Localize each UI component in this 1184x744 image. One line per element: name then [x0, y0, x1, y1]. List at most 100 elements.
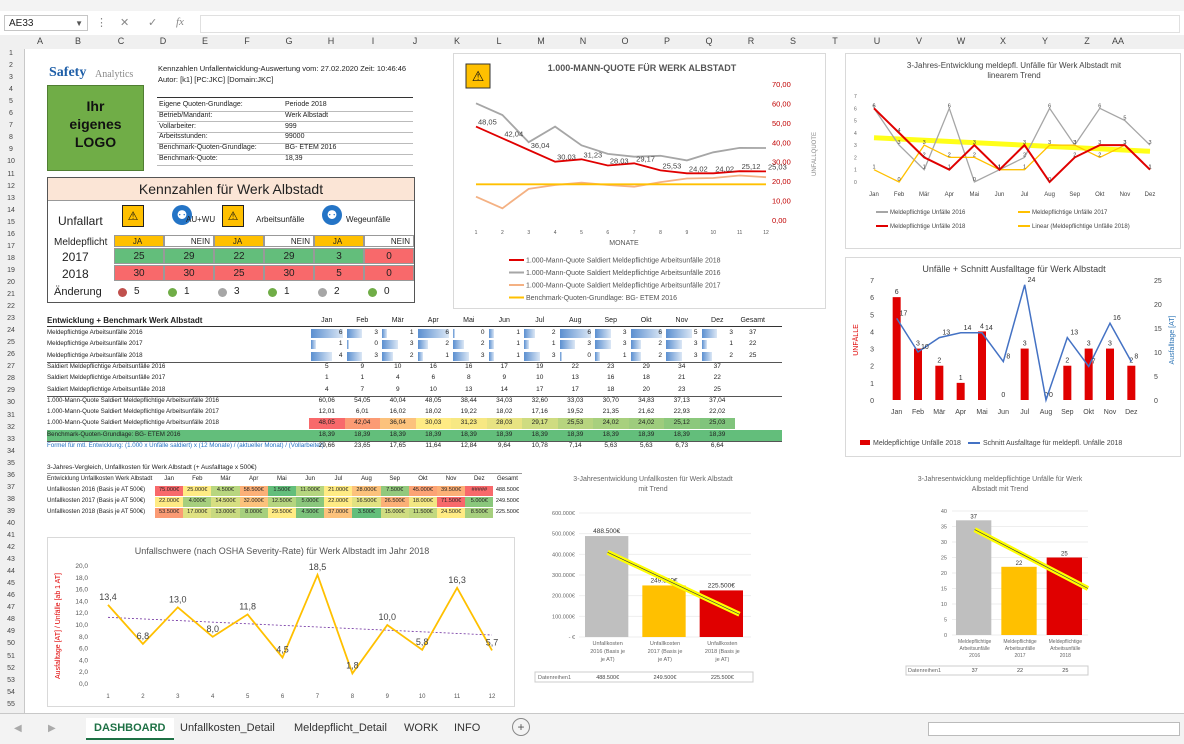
column-header[interactable]: A: [24, 36, 56, 46]
row-header[interactable]: 45: [0, 580, 22, 587]
row-header[interactable]: 22: [0, 303, 22, 310]
row-header[interactable]: 40: [0, 520, 22, 527]
data-label: 2: [948, 152, 951, 158]
row-header[interactable]: 31: [0, 412, 22, 419]
row-header[interactable]: 51: [0, 653, 22, 660]
row-header[interactable]: 42: [0, 544, 22, 551]
row-header[interactable]: 44: [0, 568, 22, 575]
row-header[interactable]: 53: [0, 677, 22, 684]
column-header[interactable]: J: [394, 36, 436, 46]
row-header[interactable]: 27: [0, 363, 22, 370]
function-icon[interactable]: fx: [176, 16, 184, 28]
row-header[interactable]: 15: [0, 219, 22, 226]
column-header[interactable]: B: [56, 36, 100, 46]
row-header[interactable]: 8: [0, 134, 22, 141]
add-sheet-icon[interactable]: +: [512, 718, 530, 736]
column-header[interactable]: Z: [1066, 36, 1108, 46]
row-header[interactable]: 41: [0, 532, 22, 539]
column-header[interactable]: T: [814, 36, 856, 46]
row-header[interactable]: 3: [0, 74, 22, 81]
row-header[interactable]: 20: [0, 279, 22, 286]
column-header[interactable]: S: [772, 36, 814, 46]
row-header[interactable]: 2: [0, 62, 22, 69]
row-header[interactable]: 12: [0, 183, 22, 190]
column-header[interactable]: AA: [1108, 36, 1128, 46]
column-header[interactable]: E: [184, 36, 226, 46]
column-header[interactable]: X: [982, 36, 1024, 46]
column-header[interactable]: D: [142, 36, 184, 46]
row-header[interactable]: 36: [0, 472, 22, 479]
y2-tick-label: 20: [1154, 302, 1162, 309]
row-header[interactable]: 47: [0, 604, 22, 611]
column-header[interactable]: U: [856, 36, 898, 46]
row-header[interactable]: 5: [0, 98, 22, 105]
column-header[interactable]: W: [940, 36, 982, 46]
tab-meldepflicht-detail[interactable]: Meldepflicht_Detail: [286, 718, 395, 738]
row-header[interactable]: 28: [0, 375, 22, 382]
column-header[interactable]: M: [520, 36, 562, 46]
tab-dashboard[interactable]: DASHBOARD: [86, 718, 174, 740]
row-header[interactable]: 7: [0, 122, 22, 129]
row-header[interactable]: 55: [0, 701, 22, 708]
cancel-icon[interactable]: ✕: [120, 16, 129, 29]
column-header[interactable]: H: [310, 36, 352, 46]
formula-input[interactable]: [200, 15, 1180, 33]
row-header[interactable]: 24: [0, 327, 22, 334]
column-header[interactable]: F: [226, 36, 268, 46]
column-header[interactable]: V: [898, 36, 940, 46]
row-header[interactable]: 50: [0, 640, 22, 647]
confirm-icon[interactable]: ✓: [148, 16, 157, 29]
row-header[interactable]: 21: [0, 291, 22, 298]
row-header[interactable]: 49: [0, 628, 22, 635]
row-header[interactable]: 17: [0, 243, 22, 250]
column-header[interactable]: P: [646, 36, 688, 46]
row-header[interactable]: 19: [0, 267, 22, 274]
row-header[interactable]: 48: [0, 616, 22, 623]
column-header[interactable]: Q: [688, 36, 730, 46]
row-header[interactable]: 33: [0, 436, 22, 443]
tab-unfallkosten-detail[interactable]: Unfallkosten_Detail: [172, 718, 283, 738]
column-header[interactable]: C: [100, 36, 142, 46]
row-header[interactable]: 35: [0, 460, 22, 467]
horizontal-scrollbar[interactable]: [928, 722, 1180, 736]
column-header[interactable]: N: [562, 36, 604, 46]
row-header[interactable]: 29: [0, 387, 22, 394]
row-header[interactable]: 10: [0, 158, 22, 165]
row-header[interactable]: 6: [0, 110, 22, 117]
row-header[interactable]: 9: [0, 146, 22, 153]
column-header[interactable]: L: [478, 36, 520, 46]
row-header[interactable]: 34: [0, 448, 22, 455]
scroll-left-icon[interactable]: ◀: [14, 723, 22, 734]
tab-info[interactable]: INFO: [446, 718, 488, 738]
column-header[interactable]: R: [730, 36, 772, 46]
column-header[interactable]: I: [352, 36, 394, 46]
row-header[interactable]: 39: [0, 508, 22, 515]
row-header[interactable]: 14: [0, 207, 22, 214]
row-header[interactable]: 1: [0, 50, 22, 57]
row-header[interactable]: 23: [0, 315, 22, 322]
bar-label: 225.500€: [708, 582, 735, 589]
row-header[interactable]: 11: [0, 171, 22, 178]
chevron-down-icon[interactable]: ▼: [75, 16, 83, 32]
row-header[interactable]: 37: [0, 484, 22, 491]
column-header[interactable]: K: [436, 36, 478, 46]
tab-work[interactable]: WORK: [396, 718, 446, 738]
column-header[interactable]: G: [268, 36, 310, 46]
row-header[interactable]: 13: [0, 195, 22, 202]
row-header[interactable]: 16: [0, 231, 22, 238]
row-header[interactable]: 52: [0, 665, 22, 672]
row-header[interactable]: 26: [0, 351, 22, 358]
column-header[interactable]: O: [604, 36, 646, 46]
row-header[interactable]: 32: [0, 424, 22, 431]
row-header[interactable]: 4: [0, 86, 22, 93]
name-box[interactable]: AE33 ▼: [4, 15, 88, 31]
row-header[interactable]: 46: [0, 592, 22, 599]
scroll-right-icon[interactable]: ▶: [48, 723, 56, 734]
row-header[interactable]: 30: [0, 399, 22, 406]
row-header[interactable]: 25: [0, 339, 22, 346]
row-header[interactable]: 38: [0, 496, 22, 503]
row-header[interactable]: 43: [0, 556, 22, 563]
row-header[interactable]: 54: [0, 689, 22, 696]
column-header[interactable]: Y: [1024, 36, 1066, 46]
row-header[interactable]: 18: [0, 255, 22, 262]
